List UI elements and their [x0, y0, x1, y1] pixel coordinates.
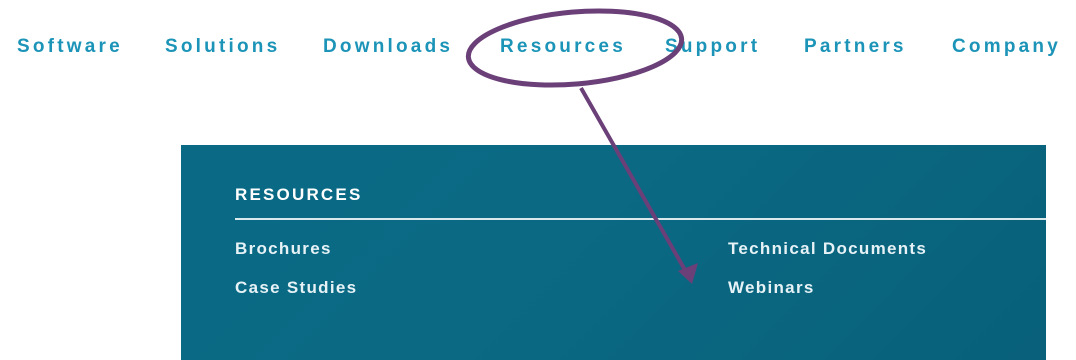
nav-item-support[interactable]: Support [665, 34, 760, 60]
nav-item-software[interactable]: Software [17, 34, 123, 60]
nav-item-solutions[interactable]: Solutions [165, 34, 280, 60]
dropdown-divider [235, 218, 1046, 220]
nav-item-company[interactable]: Company [952, 34, 1061, 60]
dropdown-link-technical-documents[interactable]: Technical Documents [728, 239, 927, 259]
top-navigation: Software Solutions Downloads Resources S… [0, 0, 1076, 100]
dropdown-link-case-studies[interactable]: Case Studies [235, 278, 357, 298]
resources-dropdown-panel: RESOURCES Brochures Case Studies Technic… [181, 145, 1046, 360]
nav-item-partners[interactable]: Partners [804, 34, 907, 60]
nav-item-downloads[interactable]: Downloads [323, 34, 453, 60]
nav-item-resources[interactable]: Resources [500, 34, 626, 60]
dropdown-link-webinars[interactable]: Webinars [728, 278, 815, 298]
dropdown-heading: RESOURCES [235, 185, 363, 204]
dropdown-link-brochures[interactable]: Brochures [235, 239, 332, 259]
